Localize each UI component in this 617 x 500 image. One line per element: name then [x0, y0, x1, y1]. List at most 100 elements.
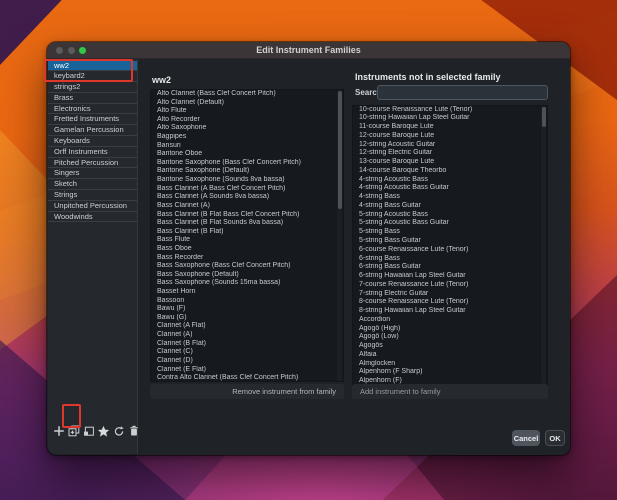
family-instrument-row[interactable]: Clarinet (A) [151, 331, 343, 340]
family-instrument-row[interactable]: Clarinet (E Flat) [151, 366, 343, 375]
family-list-item[interactable]: strings2 [48, 82, 137, 93]
zoom-button[interactable] [79, 47, 86, 54]
available-instrument-row[interactable]: Agogôs [353, 342, 547, 351]
available-instrument-row[interactable]: 5-string Acoustic Bass Guitar [353, 219, 547, 228]
screenshot-root: Edit Instrument Families ww2 keybard2 stri… [0, 0, 617, 500]
available-instrument-row[interactable]: Agogô (High) [353, 325, 547, 334]
available-instrument-row[interactable]: 4-string Bass Guitar [353, 202, 547, 211]
family-instrument-row[interactable]: Bass Recorder [151, 254, 343, 263]
remove-instrument-button[interactable]: Remove instrument from family [150, 384, 344, 399]
family-instrument-row[interactable]: Basset Horn [151, 288, 343, 297]
reset-families-button[interactable] [112, 423, 125, 439]
family-instrument-row[interactable]: Contra Alto Clarinet (Bass Clef Concert … [151, 374, 343, 381]
edit-instrument-families-dialog: Edit Instrument Families ww2 keybard2 stri… [47, 42, 570, 455]
family-instrument-row[interactable]: Alto Clarinet (Default) [151, 99, 343, 108]
family-instrument-row[interactable]: Baritone Saxophone (Sounds 8va bassa) [151, 176, 343, 185]
family-instrument-row[interactable]: Clarinet (B Flat) [151, 340, 343, 349]
available-instrument-row[interactable]: 6-course Renaissance Lute (Tenor) [353, 246, 547, 255]
family-instrument-row[interactable]: Clarinet (D) [151, 357, 343, 366]
family-list-item[interactable]: Singers [48, 168, 137, 180]
available-instrument-row[interactable]: 7-course Renaissance Lute (Tenor) [353, 281, 547, 290]
family-instrument-row[interactable]: Bass Clarinet (A) [151, 202, 343, 211]
available-instrument-row[interactable]: 11-course Baroque Lute [353, 123, 547, 132]
available-instrument-row[interactable]: Agogô (Low) [353, 333, 547, 342]
available-instrument-row[interactable]: Alpenhorn (F Sharp) [353, 368, 547, 377]
family-list-item[interactable]: Pitched Percussion [48, 158, 137, 169]
scrollbar-thumb[interactable] [337, 91, 342, 209]
family-instrument-row[interactable]: Baritone Saxophone (Bass Clef Concert Pi… [151, 159, 343, 168]
available-instrument-row[interactable]: 6-string Bass Guitar [353, 263, 547, 272]
available-instrument-row[interactable]: 5-string Bass Guitar [353, 237, 547, 246]
families-sidebar: ww2 keybard2 strings2 Brass Electronics Frett… [48, 59, 138, 454]
family-list-item[interactable]: Electronics [48, 104, 137, 115]
family-instrument-row[interactable]: Bass Clarinet (A Bass Clef Concert Pitch… [151, 185, 343, 194]
family-list-item[interactable]: Woodwinds [48, 212, 137, 223]
add-instrument-button[interactable]: Add instrument to family [352, 384, 548, 399]
family-instrument-row[interactable]: Bass Clarinet (A Sounds 8va bassa) [151, 193, 343, 202]
family-instrument-row[interactable]: Alto Saxophone [151, 124, 343, 133]
family-list-scrollbar[interactable] [337, 90, 342, 381]
family-list-item[interactable]: Sketch [48, 179, 137, 191]
rename-family-button[interactable] [82, 423, 95, 439]
delete-family-button[interactable] [127, 423, 140, 439]
family-instrument-row[interactable]: Bawu (F) [151, 305, 343, 314]
family-instrument-row[interactable]: Bawu (G) [151, 314, 343, 323]
close-button[interactable] [56, 47, 63, 54]
family-instrument-row[interactable]: Alto Flute [151, 107, 343, 116]
available-instrument-row[interactable]: 4-string Acoustic Bass Guitar [353, 184, 547, 193]
available-instrument-row[interactable]: 4-string Bass [353, 193, 547, 202]
available-instrument-row[interactable]: 4-string Acoustic Bass [353, 176, 547, 185]
available-instrument-row[interactable]: 5-string Acoustic Bass [353, 211, 547, 220]
available-instrument-row[interactable]: 6-string Bass [353, 255, 547, 264]
available-list-scrollbar[interactable] [541, 105, 546, 385]
available-instrument-row[interactable]: Accordion [353, 316, 547, 325]
family-instrument-row[interactable]: Bass Clarinet (B Flat Sounds 8va bassa) [151, 219, 343, 228]
family-instrument-row[interactable]: Bass Saxophone (Sounds 15ma bassa) [151, 279, 343, 288]
family-instrument-row[interactable]: Bass Clarinet (B Flat) [151, 228, 343, 237]
available-instrument-row[interactable]: 10-course Renaissance Lute (Tenor) [353, 106, 547, 115]
cancel-button[interactable]: Cancel [512, 430, 540, 446]
scrollbar-thumb[interactable] [541, 106, 546, 127]
family-list-item[interactable]: Orff Instruments [48, 147, 137, 158]
minimize-button[interactable] [67, 47, 75, 54]
family-instrument-row[interactable]: Bagpipes [151, 133, 343, 142]
ok-button[interactable]: OK [545, 430, 565, 446]
available-instrument-row[interactable]: 5-string Bass [353, 228, 547, 237]
family-instrument-row[interactable]: Clarinet (A Flat) [151, 322, 343, 331]
available-instrument-row[interactable]: 12-course Baroque Lute [353, 132, 547, 141]
available-instrument-row[interactable]: 8-course Renaissance Lute (Tenor) [353, 298, 547, 307]
family-instrument-row[interactable]: Baritone Oboe [151, 150, 343, 159]
family-list-item[interactable]: Unpitched Percussion [48, 201, 137, 212]
available-instrument-row[interactable]: 8-string Hawaiian Lap Steel Guitar [353, 307, 547, 316]
available-instrument-row[interactable]: 12-string Acoustic Guitar [353, 141, 547, 150]
available-instrument-row[interactable]: 14-course Baroque Theorbo [353, 167, 547, 176]
available-instrument-row[interactable]: 12-string Electric Guitar [353, 149, 547, 158]
family-instrument-row[interactable]: Bass Saxophone (Default) [151, 271, 343, 280]
family-instrument-row[interactable]: Clarinet (C) [151, 348, 343, 357]
available-instrument-row[interactable]: 6-string Hawaiian Lap Steel Guitar [353, 272, 547, 281]
available-instrument-row[interactable]: 13-course Baroque Lute [353, 158, 547, 167]
family-instrument-row[interactable]: Bass Flute [151, 236, 343, 245]
available-instrument-row[interactable]: Almglocken [353, 360, 547, 369]
family-instrument-row[interactable]: Baritone Saxophone (Default) [151, 167, 343, 176]
favorite-family-button[interactable] [97, 423, 110, 439]
window-title: Edit Instrument Families [256, 45, 361, 55]
family-instrument-row[interactable]: Bansuri [151, 142, 343, 151]
family-instrument-row[interactable]: Bass Saxophone (Bass Clef Concert Pitch) [151, 262, 343, 271]
family-list-item[interactable]: Brass [48, 93, 137, 104]
family-instrument-row[interactable]: Alto Recorder [151, 116, 343, 125]
available-instrument-row[interactable]: Alfaia [353, 351, 547, 360]
family-instrument-row[interactable]: Bassoon [151, 297, 343, 306]
family-list-item[interactable]: Gamelan Percussion [48, 125, 137, 137]
family-list-item[interactable]: Fretted Instruments [48, 114, 137, 126]
family-list-item[interactable]: Keyboards [48, 136, 137, 147]
family-instrument-row[interactable]: Bass Oboe [151, 245, 343, 254]
available-instrument-row[interactable]: 7-string Electric Guitar [353, 290, 547, 299]
search-input[interactable] [377, 85, 548, 100]
available-instrument-row[interactable]: 10-string Hawaiian Lap Steel Guitar [353, 114, 547, 123]
reset-icon [114, 426, 124, 436]
family-list-item[interactable]: Strings [48, 190, 137, 201]
family-instruments-list: Alto Clarinet (Bass Clef Concert Pitch) A… [150, 89, 344, 382]
family-instrument-row[interactable]: Alto Clarinet (Bass Clef Concert Pitch) [151, 90, 343, 99]
family-instrument-row[interactable]: Bass Clarinet (B Flat Bass Clef Concert … [151, 211, 343, 220]
